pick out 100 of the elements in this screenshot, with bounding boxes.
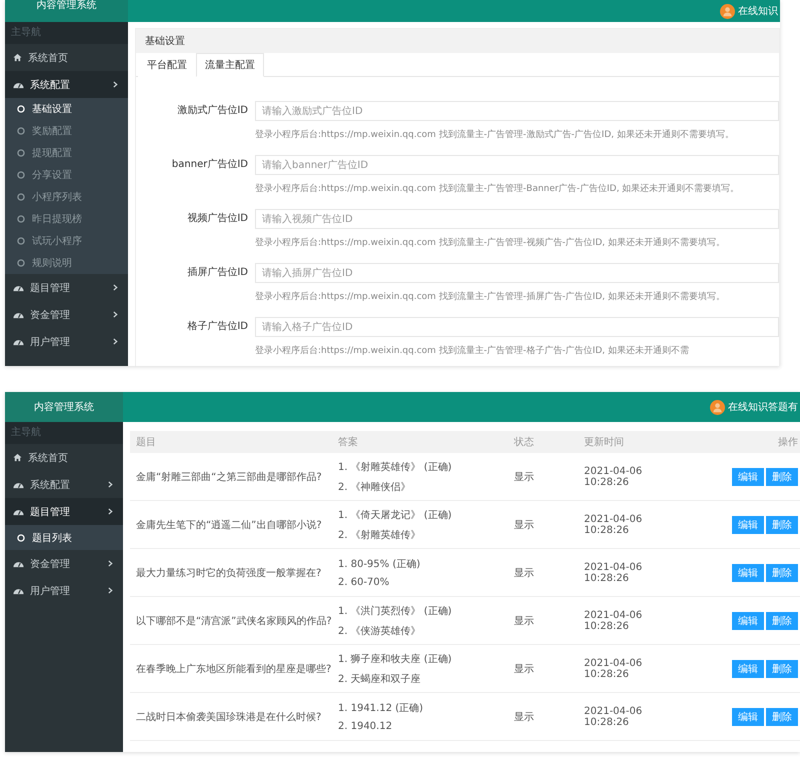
sidebar-subitem[interactable]: 昨日提现榜 [5,208,128,230]
home-icon [13,453,22,462]
action-button[interactable]: 删除 [766,516,798,534]
circle-icon [17,215,25,223]
nav-heading: 主导航 [5,422,123,444]
action-button[interactable]: 编辑 [732,612,764,630]
input-field[interactable]: 请输入格子广告位ID [255,317,779,337]
dashboard-icon [13,507,24,516]
sidebar-item[interactable]: 资金管理 [5,550,123,577]
chevron-right-icon [113,81,118,88]
action-button[interactable]: 删除 [766,468,798,486]
answer-option: 2. 《神雕侠侣》 [338,480,508,494]
chevron-right-icon [113,284,118,291]
answer-option: 2. 《射雕英雄传》 [338,528,508,542]
action-button[interactable]: 删除 [766,708,798,726]
answer-option: 1. 狮子座和牧夫座 (正确) [338,652,508,666]
dashboard-icon [13,586,24,595]
action-button[interactable]: 删除 [766,660,798,678]
column-header: 更新时间 [583,436,625,449]
answer-option: 1. 80-95% (正确) [338,557,508,571]
status-cell-text: 显示 [513,566,535,580]
field-label: 格子广告位ID [186,320,248,334]
chevron-right-icon [108,560,113,567]
answer-option: 2. 1940.12 [338,721,508,732]
answer-option: 1. 《洪门英烈传》 (正确) [338,604,508,618]
avatar-icon[interactable] [710,400,725,414]
sidebar-item[interactable]: 系统配置 [5,471,123,498]
field-hint: 登录小程序后台:https://mp.weixin.qq.com 找到流量主-广告管理-视频广告-广告位ID, 如果还未开通则不需要填写。 [255,236,726,249]
dashboard-icon [13,337,24,346]
time-cell-text: 2021-04-06 10:28:26 [583,610,644,632]
question-cell-text: 最大力量练习时它的负荷强度一般掌握在? [135,566,322,580]
circle-icon [17,193,25,201]
column-header: 题目 [135,436,157,449]
sidebar-item[interactable]: 用户管理 [5,328,128,355]
sidebar-subitem[interactable]: 提现配置 [5,142,128,164]
tab[interactable]: 流量主配置 [196,53,264,77]
answer-option: 1. 《倚天屠龙记》 (正确) [338,508,508,522]
time-cell-text: 2021-04-06 10:28:26 [583,706,644,728]
answer-option: 2. 天蝎座和双子座 [338,672,508,686]
input-field[interactable]: 请输入banner广告位ID [255,155,779,175]
sidebar-subitem[interactable]: 小程序列表 [5,186,128,208]
chevron-right-icon [108,508,113,515]
column-header: 状态 [513,436,535,449]
circle-icon [17,237,25,245]
circle-icon [17,171,25,179]
app-title: 内容管理系统 [5,392,123,422]
sidebar-item[interactable]: 题目管理 [5,274,128,301]
field-label: 视频广告位ID [186,212,248,226]
user-name[interactable]: 在线知识答题有 [728,400,798,414]
action-button[interactable]: 编辑 [732,660,764,678]
chevron-right-icon [108,587,113,594]
time-cell-text: 2021-04-06 10:28:26 [583,562,644,584]
action-button[interactable]: 编辑 [732,468,764,486]
sidebar-subitem[interactable]: 奖励配置 [5,120,128,142]
sidebar-item[interactable]: 系统配置 [5,71,128,98]
sidebar-subitem[interactable]: 试玩小程序 [5,230,128,252]
circle-icon [17,534,25,542]
sidebar-item[interactable]: 系统首页 [5,44,128,71]
time-cell-text: 2021-04-06 10:28:26 [583,658,644,680]
sidebar-subitem[interactable]: 基础设置 [5,98,128,120]
action-button[interactable]: 删除 [766,564,798,582]
chevron-right-icon [108,481,113,488]
sidebar-item[interactable]: 用户管理 [5,577,123,604]
chevron-right-icon [113,311,118,318]
time-cell-text: 2021-04-06 10:28:26 [583,514,644,536]
field-hint: 登录小程序后台:https://mp.weixin.qq.com 找到流量主-广告管理-激励式广告-广告位ID, 如果还未开通则不需要填写。 [255,128,735,141]
action-button[interactable]: 编辑 [732,708,764,726]
action-button[interactable]: 编辑 [732,564,764,582]
action-button[interactable]: 删除 [766,612,798,630]
answer-option: 1. 1941.12 (正确) [338,701,508,715]
sidebar-item[interactable]: 资金管理 [5,301,128,328]
input-field[interactable]: 请输入视频广告位ID [255,209,779,229]
sidebar-subitem[interactable]: 规则说明 [5,252,128,274]
field-hint: 登录小程序后台:https://mp.weixin.qq.com 找到流量主-广告管理-插屏广告-广告位ID, 如果还未开通则不需要填写。 [255,290,726,303]
nav-heading: 主导航 [5,22,128,44]
status-cell-text: 显示 [513,662,535,676]
sidebar-subitem[interactable]: 题目列表 [5,525,123,550]
input-field[interactable]: 请输入插屏广告位ID [255,263,779,283]
sidebar-subitem[interactable]: 分享设置 [5,164,128,186]
sidebar-item[interactable]: 题目管理 [5,498,123,525]
circle-icon [17,105,25,113]
column-header: 操作 [777,436,799,449]
answer-option: 1. 《射雕英雄传》 (正确) [338,460,508,474]
field-hint: 登录小程序后台:https://mp.weixin.qq.com 找到流量主-广告管理-Banner广告-广告位ID, 如果还未开通则不需要填写。 [255,182,740,195]
dashboard-icon [13,310,24,319]
sidebar-item[interactable]: 系统首页 [5,444,123,471]
input-field[interactable]: 请输入激励式广告位ID [255,101,779,121]
card-title: 基础设置 [145,34,185,48]
column-header: 答案 [337,436,359,449]
status-cell-text: 显示 [513,710,535,724]
dashboard-icon [13,283,24,292]
home-icon [13,53,22,62]
avatar-icon[interactable] [720,4,735,18]
field-hint: 登录小程序后台:https://mp.weixin.qq.com 找到流量主-广告管理-格子广告-广告位ID, 如果还未开通则不需 [255,344,690,357]
dashboard-icon [13,80,24,89]
field-label: banner广告位ID [170,158,248,172]
action-button[interactable]: 编辑 [732,516,764,534]
user-name[interactable]: 在线知识 [738,4,778,18]
question-cell-text: 金庸先生笔下的“逍遥二仙”出自哪部小说? [135,518,323,532]
question-cell-text: 以下哪部不是“清宫派”武侠名家顾风的作品? [135,614,332,628]
